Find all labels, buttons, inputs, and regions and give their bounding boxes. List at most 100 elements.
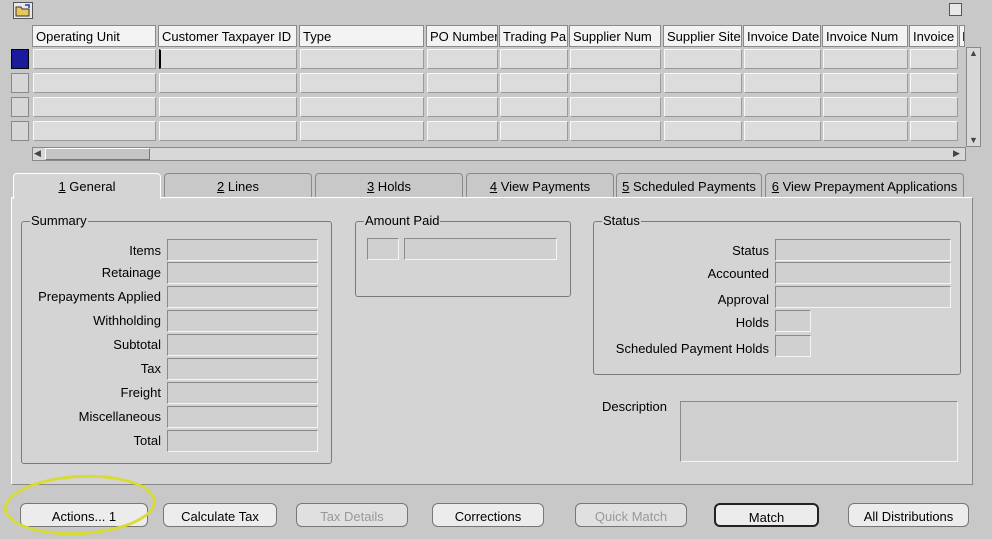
tab-scheduled-payments[interactable]: 5 Scheduled Payments [616, 173, 762, 197]
grid-cell[interactable] [664, 97, 742, 117]
grid-cell[interactable] [823, 121, 908, 141]
grid-cell[interactable] [300, 121, 424, 141]
grid-cell[interactable] [664, 73, 742, 93]
label-freight: Freight [120, 385, 161, 400]
tab-label: General [65, 179, 116, 194]
calculate-tax-button[interactable]: Calculate Tax [163, 503, 277, 527]
tab-lines[interactable]: 2 Lines [164, 173, 312, 197]
grid-cell[interactable] [570, 97, 661, 117]
column-header-po-number[interactable]: PO Number [426, 25, 498, 47]
grid-cell[interactable] [300, 97, 424, 117]
column-header-type[interactable]: Type [299, 25, 424, 47]
grid-cell[interactable] [664, 49, 742, 69]
column-header-operating-unit[interactable]: Operating Unit [32, 25, 156, 47]
column-header-invoice-date[interactable]: Invoice Date [743, 25, 821, 47]
scroll-down-icon[interactable]: ▼ [969, 135, 978, 145]
grid-cell[interactable] [910, 121, 958, 141]
window-checkbox[interactable] [949, 3, 962, 16]
grid-cell[interactable] [910, 49, 958, 69]
grid-cell[interactable] [500, 97, 568, 117]
grid-cell[interactable] [33, 121, 156, 141]
amount-paid-field[interactable] [404, 238, 557, 260]
row-selector[interactable] [11, 121, 29, 141]
grid-cell[interactable] [910, 97, 958, 117]
status-field[interactable] [775, 239, 951, 261]
grid-cell[interactable] [823, 97, 908, 117]
grid-cell[interactable] [500, 73, 568, 93]
tab-label: Scheduled Payments [629, 179, 756, 194]
subtotal-field[interactable] [167, 334, 318, 356]
scroll-right-icon[interactable]: ▶ [953, 148, 960, 159]
tab-mnemonic: 1 [58, 179, 66, 194]
grid-cell[interactable] [427, 121, 498, 141]
column-header-trading-partner[interactable]: Trading Pa [499, 25, 568, 47]
grid-cell[interactable] [300, 49, 424, 69]
scheduled-payment-holds-field[interactable] [775, 335, 811, 357]
approval-field[interactable] [775, 286, 951, 308]
row-selector-active[interactable] [11, 49, 29, 69]
horizontal-scrollbar[interactable] [32, 147, 966, 161]
label-total: Total [133, 433, 161, 448]
tax-details-button[interactable]: Tax Details [296, 503, 408, 527]
miscellaneous-field[interactable] [167, 406, 318, 428]
column-header-supplier-site[interactable]: Supplier Site [663, 25, 742, 47]
grid-cell[interactable] [910, 73, 958, 93]
column-header-truncated[interactable]: I [959, 25, 965, 47]
grid-cell[interactable] [159, 73, 297, 93]
tab-view-prepayment-applications[interactable]: 6 View Prepayment Applications [765, 173, 964, 197]
quick-match-button[interactable]: Quick Match [575, 503, 687, 527]
grid-cell[interactable] [159, 97, 297, 117]
grid-cell[interactable] [570, 49, 661, 69]
tax-field[interactable] [167, 358, 318, 380]
grid-cell[interactable] [744, 49, 821, 69]
column-header-supplier-num[interactable]: Supplier Num [569, 25, 661, 47]
grid-cell[interactable] [570, 73, 661, 93]
grid-cell[interactable] [159, 121, 297, 141]
grid-cell[interactable] [823, 73, 908, 93]
row-selector[interactable] [11, 73, 29, 93]
all-distributions-button[interactable]: All Distributions [848, 503, 969, 527]
scroll-up-icon[interactable]: ▲ [969, 48, 978, 58]
grid-cell-focused[interactable] [159, 49, 297, 69]
total-field[interactable] [167, 430, 318, 452]
column-header-invoice[interactable]: Invoice [909, 25, 958, 47]
row-selector[interactable] [11, 97, 29, 117]
tab-holds[interactable]: 3 Holds [315, 173, 463, 197]
grid-cell[interactable] [427, 49, 498, 69]
grid-cell[interactable] [33, 97, 156, 117]
description-field[interactable] [680, 401, 958, 462]
grid-cell[interactable] [500, 121, 568, 141]
actions-button[interactable]: Actions... 1 [20, 503, 148, 527]
freight-field[interactable] [167, 382, 318, 404]
withholding-field[interactable] [167, 310, 318, 332]
grid-cell[interactable] [744, 121, 821, 141]
label-tax: Tax [140, 361, 161, 376]
grid-cell[interactable] [427, 73, 498, 93]
amount-paid-currency-field[interactable] [367, 238, 399, 260]
scroll-left-icon[interactable]: ◀ [34, 148, 41, 159]
column-header-customer-taxpayer-id[interactable]: Customer Taxpayer ID [158, 25, 297, 47]
grid-cell[interactable] [33, 49, 156, 69]
tab-view-payments[interactable]: 4 View Payments [466, 173, 614, 197]
folder-icon[interactable] [13, 2, 33, 19]
horizontal-scroll-thumb[interactable] [45, 148, 150, 160]
match-button[interactable]: Match [714, 503, 819, 527]
grid-cell[interactable] [500, 49, 568, 69]
vertical-scrollbar[interactable] [966, 47, 981, 147]
grid-cell[interactable] [427, 97, 498, 117]
grid-cell[interactable] [570, 121, 661, 141]
prepayments-applied-field[interactable] [167, 286, 318, 308]
grid-cell[interactable] [33, 73, 156, 93]
corrections-button[interactable]: Corrections [432, 503, 544, 527]
tab-general[interactable]: 1 General [13, 173, 161, 199]
accounted-field[interactable] [775, 262, 951, 284]
grid-cell[interactable] [664, 121, 742, 141]
column-header-invoice-num[interactable]: Invoice Num [822, 25, 908, 47]
grid-cell[interactable] [300, 73, 424, 93]
retainage-field[interactable] [167, 262, 318, 284]
items-field[interactable] [167, 239, 318, 261]
grid-cell[interactable] [823, 49, 908, 69]
grid-cell[interactable] [744, 73, 821, 93]
holds-field[interactable] [775, 310, 811, 332]
grid-cell[interactable] [744, 97, 821, 117]
